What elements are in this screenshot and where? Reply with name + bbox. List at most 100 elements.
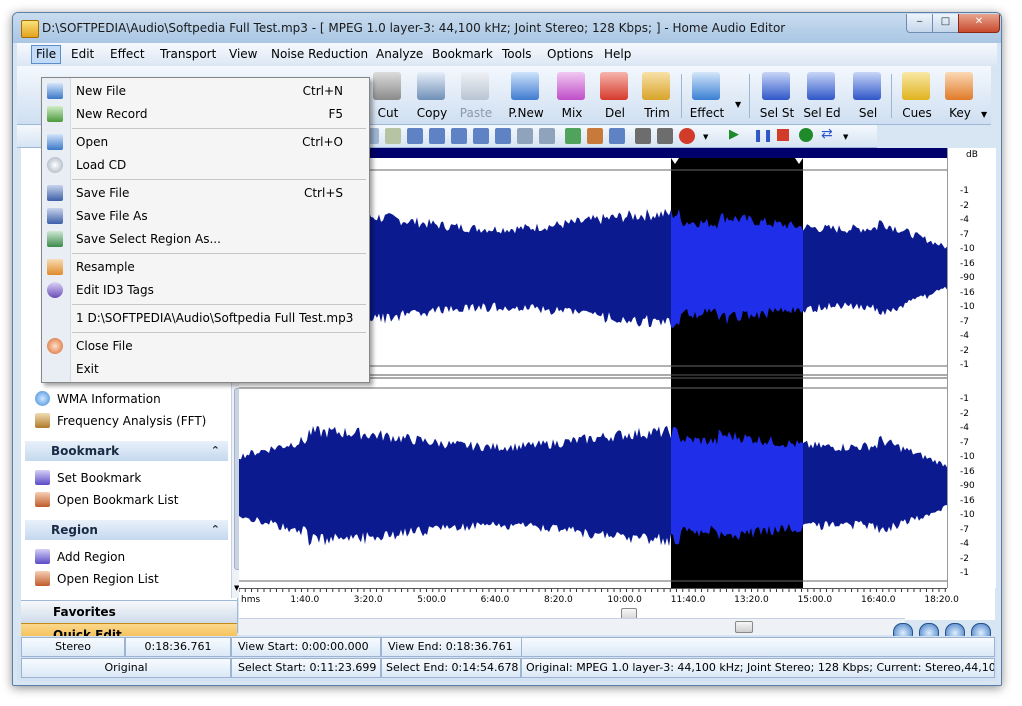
- paste-icon: [461, 72, 489, 100]
- task-add-region[interactable]: Add Region: [35, 548, 125, 566]
- wma-info-icon: [35, 391, 50, 406]
- waveform-tool-icon[interactable]: [657, 128, 673, 144]
- waveform-tool-icon[interactable]: [385, 128, 401, 144]
- save-icon: [47, 185, 63, 201]
- menu-item-resample[interactable]: Resample: [42, 256, 369, 278]
- app-icon: [21, 20, 39, 38]
- waveform-tool-icon[interactable]: [565, 128, 581, 144]
- status-select-start: Select Start: 0:11:23.699: [231, 658, 381, 678]
- menu-item-save-file-as[interactable]: Save File As: [42, 205, 369, 227]
- db-tick-label: -1: [960, 394, 969, 404]
- menu-item-exit[interactable]: Exit: [42, 358, 369, 380]
- effect-dropdown-arrow[interactable]: ▼: [735, 100, 741, 109]
- play-selection-icon[interactable]: [799, 128, 813, 142]
- menu-item-open[interactable]: Open Ctrl+O: [42, 131, 369, 153]
- task-open-bookmark-list[interactable]: Open Bookmark List: [35, 491, 178, 509]
- waveform-tool-icon[interactable]: [517, 128, 533, 144]
- toolbar-key-button[interactable]: Key: [937, 70, 983, 120]
- play-icon[interactable]: ▶: [729, 127, 739, 142]
- power-icon: [47, 338, 63, 354]
- toolbar-overflow-arrow[interactable]: ▼: [843, 133, 848, 141]
- time-tick-label: 8:20.0: [543, 595, 573, 605]
- waveform-tool-icon[interactable]: [473, 128, 489, 144]
- select-start-icon: [762, 72, 790, 100]
- menu-item-close-file[interactable]: Close File: [42, 335, 369, 357]
- task-wma-information[interactable]: WMA Information: [35, 390, 161, 408]
- menu-tools[interactable]: Tools: [498, 46, 536, 63]
- time-tick-label: 6:40.0: [480, 595, 510, 605]
- waveform-tool-icon[interactable]: [539, 128, 555, 144]
- toolbar-effect-button[interactable]: Effect: [684, 70, 730, 120]
- waveform-tool-icon[interactable]: [495, 128, 511, 144]
- region-section-header[interactable]: Region ⌃: [25, 520, 228, 540]
- waveform-tool-icon[interactable]: [609, 128, 625, 144]
- fft-icon: [35, 413, 50, 428]
- region-list-icon: [35, 571, 50, 586]
- status-channel: Stereo: [21, 637, 125, 657]
- menu-noise-reduction[interactable]: Noise Reduction: [267, 46, 372, 63]
- task-open-region-list[interactable]: Open Region List: [35, 570, 159, 588]
- menu-analyze[interactable]: Analyze: [372, 46, 427, 63]
- db-tick-label: -2: [960, 200, 969, 211]
- delete-icon: [600, 72, 628, 100]
- menu-item-save-select-region[interactable]: Save Select Region As...: [42, 228, 369, 250]
- select-icon: [853, 72, 881, 100]
- menu-help[interactable]: Help: [600, 46, 635, 63]
- toolbar-paste-button[interactable]: Paste: [453, 70, 499, 120]
- task-set-bookmark[interactable]: Set Bookmark: [35, 469, 141, 487]
- collapse-icon[interactable]: ⌃: [211, 520, 220, 540]
- waveform-tool-icon[interactable]: [635, 128, 651, 144]
- db-tick-label: -1: [960, 186, 969, 196]
- db-tick-label: -16: [960, 466, 975, 477]
- save-as-icon: [47, 208, 63, 224]
- db-tick-label: -10: [960, 452, 975, 462]
- menu-view[interactable]: View: [225, 46, 261, 63]
- waveform-tool-icon[interactable]: [407, 128, 423, 144]
- menu-item-save-file[interactable]: Save File Ctrl+S: [42, 182, 369, 204]
- toolbar-select-button[interactable]: Sel: [845, 70, 891, 120]
- menu-separator: [72, 179, 366, 180]
- horizontal-scrollbar[interactable]: [239, 618, 905, 635]
- menu-effect[interactable]: Effect: [106, 46, 149, 63]
- waveform-tool-icon[interactable]: [429, 128, 445, 144]
- minimize-button[interactable]: ‒: [906, 14, 933, 33]
- time-ruler: hms 1:40.0 3:20.0 5:00.0 6:40.0 8:20.0 10:00.…: [239, 588, 959, 609]
- toolbar-trim-button[interactable]: Trim: [634, 70, 680, 120]
- waveform-tool-icon[interactable]: [451, 128, 467, 144]
- menu-bookmark[interactable]: Bookmark: [428, 46, 497, 63]
- menu-transport[interactable]: Transport: [156, 46, 220, 63]
- menu-edit[interactable]: Edit: [67, 46, 98, 63]
- loop-icon[interactable]: ⇄: [821, 126, 833, 142]
- window-title: D:\SOFTPEDIA\Audio\Softpedia Full Test.m…: [42, 21, 786, 35]
- menu-item-edit-id3-tags[interactable]: Edit ID3 Tags: [42, 279, 369, 301]
- db-tick-label: -7: [960, 524, 969, 535]
- menu-item-load-cd[interactable]: Load CD: [42, 154, 369, 176]
- status-view-start: View Start: 0:00:00.000: [231, 637, 381, 657]
- title-bar: D:\SOFTPEDIA\Audio\Softpedia Full Test.m…: [13, 13, 1001, 43]
- db-tick-label: -1: [960, 360, 969, 370]
- toolbar-overflow-arrow[interactable]: ▼: [703, 133, 708, 141]
- bookmark-section-header[interactable]: Bookmark ⌃: [25, 441, 228, 461]
- task-frequency-analysis[interactable]: Frequency Analysis (FFT): [35, 412, 206, 430]
- trim-icon: [642, 72, 670, 100]
- time-tick-label: 3:20.0: [353, 595, 383, 605]
- stop-icon[interactable]: [777, 129, 789, 141]
- toolbar-overflow-arrow[interactable]: ▼: [981, 110, 987, 119]
- menu-item-new-file[interactable]: New File Ctrl+N: [42, 80, 369, 102]
- record-tool-icon[interactable]: [679, 128, 695, 144]
- maximize-button[interactable]: □: [932, 14, 959, 33]
- horizontal-scroll-thumb[interactable]: [735, 621, 753, 633]
- open-icon: [47, 134, 63, 150]
- close-button[interactable]: ✕: [958, 14, 1000, 33]
- menu-separator: [72, 128, 366, 129]
- menu-item-recent-file[interactable]: 1 D:\SOFTPEDIA\Audio\Softpedia Full Test…: [42, 307, 369, 329]
- menu-item-new-record[interactable]: New Record F5: [42, 103, 369, 125]
- collapse-icon[interactable]: ⌃: [211, 441, 220, 461]
- menu-options[interactable]: Options: [543, 46, 597, 63]
- favorites-tab[interactable]: Favorites: [21, 600, 237, 623]
- waveform-tool-icon[interactable]: [587, 128, 603, 144]
- db-tick-label: -10: [960, 244, 975, 254]
- pause-icon[interactable]: ❚❚: [753, 128, 773, 142]
- time-tick-label: 1:40.0: [290, 595, 320, 605]
- menu-file[interactable]: File: [31, 45, 62, 64]
